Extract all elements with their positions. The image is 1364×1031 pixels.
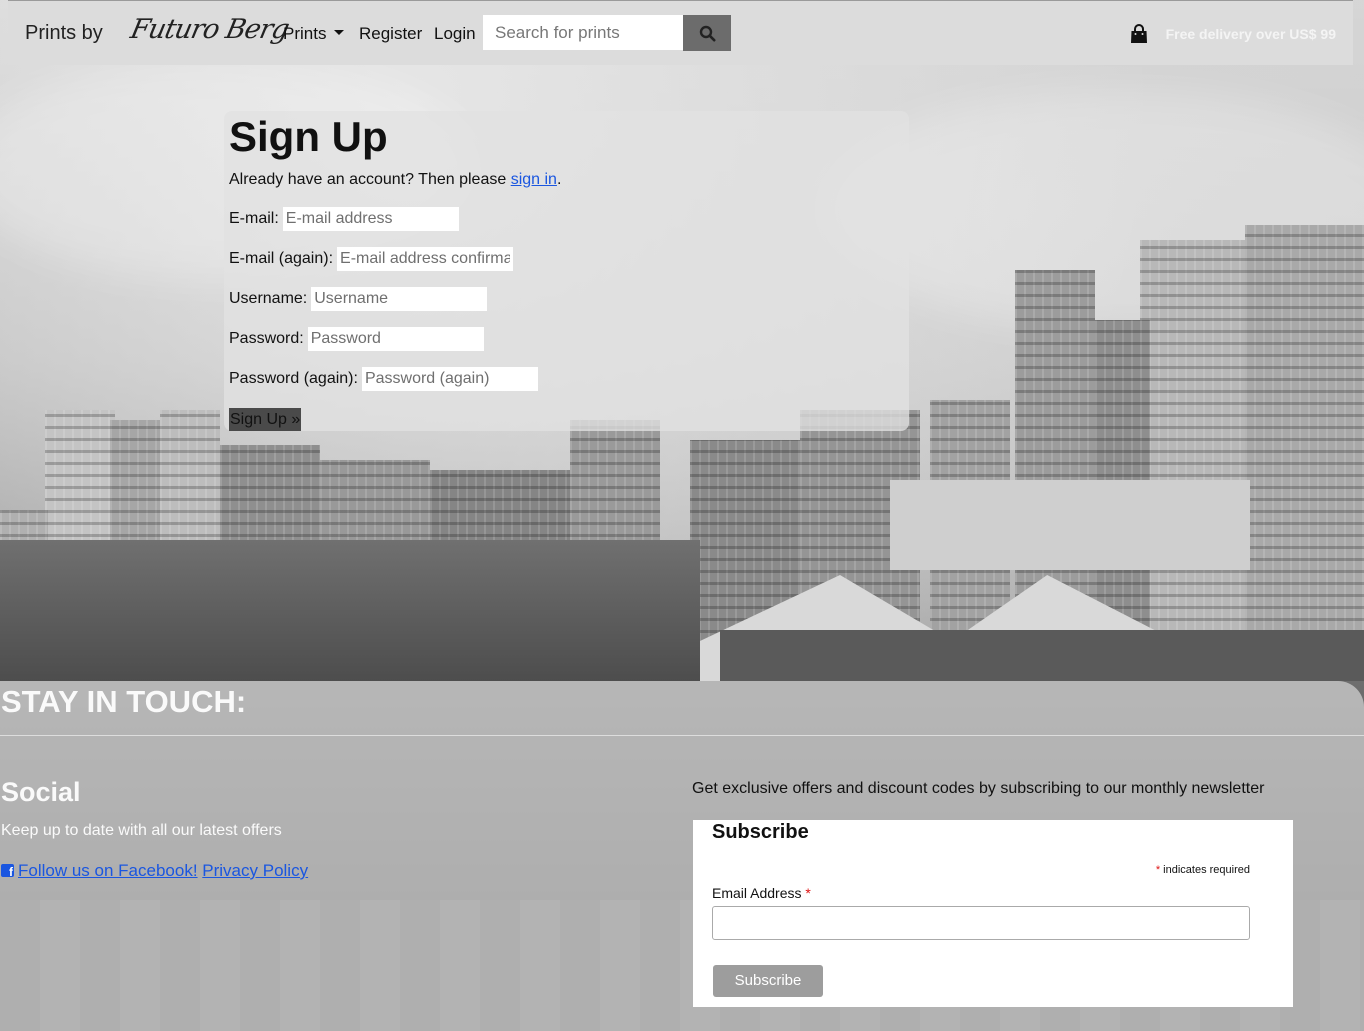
newsletter-email-input[interactable]: [712, 906, 1250, 940]
nav-prints-dropdown[interactable]: Prints: [283, 24, 345, 44]
social-title: Social: [1, 777, 81, 807]
shopping-bag-icon[interactable]: [1130, 24, 1148, 44]
signup-card: Sign Up Already have an account? Then pl…: [224, 111, 909, 431]
password-row: Password:: [229, 327, 484, 351]
caret-down-icon: [334, 30, 345, 35]
newsletter-email-label-text: Email Address: [712, 885, 802, 901]
required-star-icon: *: [805, 885, 811, 901]
facebook-icon: [1, 864, 14, 879]
nav-login-link[interactable]: Login: [434, 24, 476, 44]
brand-text[interactable]: Prints by: [25, 22, 103, 45]
username-row: Username:: [229, 287, 488, 311]
required-note: * indicates required: [1156, 864, 1250, 876]
subscribe-title: Subscribe: [712, 821, 809, 843]
nav-prints-label: Prints: [283, 24, 327, 43]
required-star-icon: *: [1155, 864, 1161, 876]
email-label: E-mail:: [229, 210, 279, 227]
account-prompt-end: .: [556, 171, 562, 188]
privacy-policy-link[interactable]: Privacy Policy: [202, 861, 308, 880]
newsletter-blurb: Get exclusive offers and discount codes …: [692, 780, 1265, 797]
email-confirm-row: E-mail (again):: [229, 247, 514, 271]
footer: STAY IN TOUCH: Social Keep up to date wi…: [0, 681, 1364, 1031]
facebook-link[interactable]: Follow us on Facebook!: [1, 861, 198, 880]
username-field[interactable]: [311, 287, 488, 311]
password-confirm-label: Password (again):: [229, 370, 358, 387]
password-field[interactable]: [307, 327, 484, 351]
email-confirm-label: E-mail (again):: [229, 250, 334, 267]
social-subtitle: Keep up to date with all our latest offe…: [1, 822, 282, 839]
sign-in-link[interactable]: sign in: [511, 171, 557, 188]
footer-heading: STAY IN TOUCH:: [1, 684, 247, 719]
password-confirm-row: Password (again):: [229, 367, 538, 391]
email-row: E-mail:: [229, 207, 459, 231]
username-label: Username:: [229, 290, 308, 307]
newsletter-form: Subscribe * indicates required Email Add…: [693, 820, 1293, 1007]
brand-logo[interactable]: Futuro Berg: [128, 14, 292, 45]
email-confirm-field[interactable]: [337, 247, 514, 271]
newsletter-email-label: Email Address *: [712, 885, 811, 901]
password-label: Password:: [229, 330, 304, 347]
footer-divider: [0, 735, 1364, 736]
page-title: Sign Up: [229, 113, 388, 160]
account-prompt-text: Already have an account? Then please: [229, 171, 511, 188]
top-navbar: Prints by Futuro Berg Prints Register Lo…: [8, 0, 1353, 65]
email-field[interactable]: [282, 207, 459, 231]
subscribe-button[interactable]: Subscribe: [713, 965, 823, 997]
free-delivery-notice: Free delivery over US$ 99: [1165, 26, 1336, 42]
search-button[interactable]: [683, 15, 731, 51]
facebook-link-label: Follow us on Facebook!: [18, 861, 198, 880]
social-links: Follow us on Facebook! Privacy Policy: [1, 861, 308, 881]
signup-submit-button[interactable]: Sign Up »: [229, 408, 302, 431]
required-note-text: indicates required: [1163, 864, 1250, 876]
password-confirm-field[interactable]: [361, 367, 538, 391]
search-input[interactable]: [483, 15, 683, 50]
account-prompt: Already have an account? Then please sig…: [229, 171, 561, 189]
search-icon: [699, 25, 715, 41]
nav-register-link[interactable]: Register: [359, 24, 422, 44]
